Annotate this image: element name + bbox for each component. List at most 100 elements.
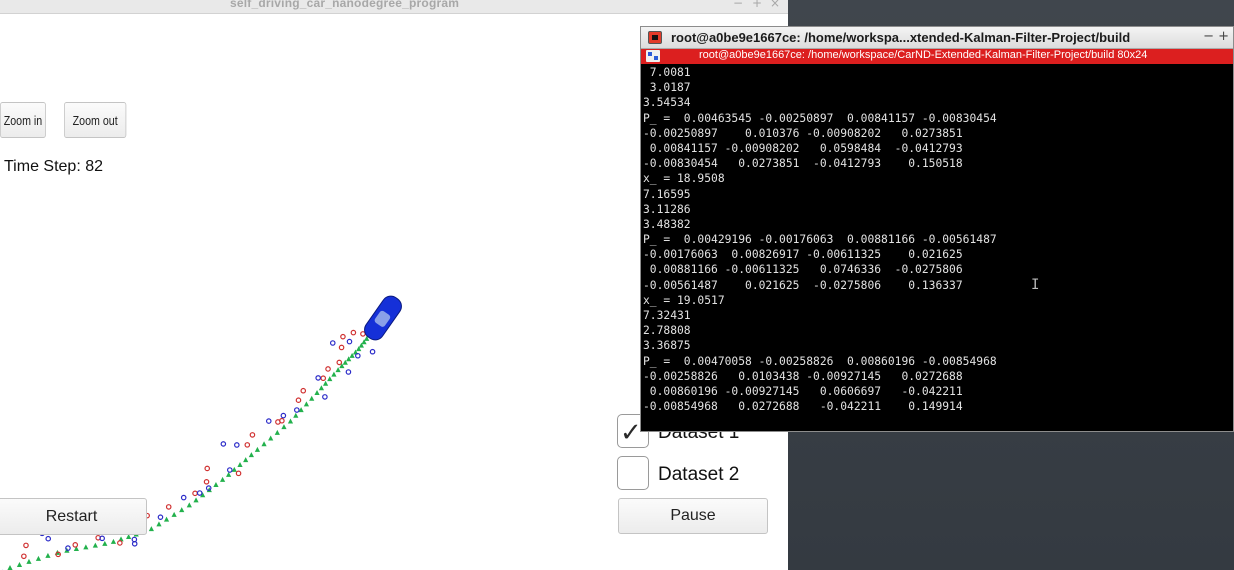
ground-truth-marker — [303, 401, 310, 407]
terminal-line: 3.54534 — [643, 96, 691, 110]
ground-truth-marker — [314, 390, 320, 396]
terminal-line: 2.78808 — [643, 324, 691, 338]
radar-measurement-marker — [320, 375, 327, 382]
checkmark-icon: ✓ — [620, 418, 642, 448]
zoom-in-button[interactable]: Zoom in — [0, 102, 46, 138]
ground-truth-marker — [327, 376, 333, 382]
terminal-line: -0.00258826 0.0103438 -0.00927145 0.0272… — [643, 369, 963, 383]
lidar-measurement-marker — [322, 394, 328, 400]
pause-label: Pause — [670, 507, 716, 524]
lidar-measurement-marker — [369, 348, 376, 355]
ground-truth-marker — [163, 516, 170, 522]
restart-button[interactable]: Restart — [0, 498, 147, 535]
terminal-line: x_ = 18.9508 — [643, 172, 725, 186]
ground-truth-marker — [254, 446, 261, 452]
ground-truth-marker — [248, 452, 254, 458]
lidar-measurement-marker — [180, 494, 187, 501]
terminal-window[interactable]: root@a0be9e1667ce: /home/workspa...xtend… — [640, 26, 1234, 432]
ground-truth-marker — [35, 555, 42, 561]
radar-measurement-marker — [235, 470, 242, 477]
terminal-line: -0.00250897 0.010376 -0.00908202 0.02738… — [643, 126, 963, 140]
terminal-titlebar[interactable]: root@a0be9e1667ce: /home/workspa...xtend… — [641, 27, 1233, 49]
terminal-tab-bar: root@a0be9e1667ce: /home/workspace/CarND… — [641, 49, 1233, 64]
radar-measurement-marker — [336, 359, 343, 366]
terminal-line: 3.0187 — [643, 81, 691, 95]
radar-measurement-marker — [300, 387, 307, 394]
ground-truth-marker — [268, 435, 274, 441]
ground-truth-marker — [287, 418, 294, 424]
zoom-out-label: Zoom out — [72, 112, 118, 128]
lidar-measurement-marker — [234, 442, 240, 448]
lidar-measurement-marker — [227, 467, 233, 473]
radar-measurement-marker — [340, 333, 346, 340]
text-cursor-icon: I — [1031, 277, 1040, 293]
radar-measurement-marker — [350, 329, 357, 336]
terminal-output[interactable]: 7.0081 3.0187 3.54534 P_ = 0.00463545 -0.0… — [643, 65, 1231, 430]
zoom-out-button[interactable]: Zoom out — [64, 102, 127, 138]
lidar-measurement-marker — [220, 441, 227, 447]
radar-measurement-marker — [192, 490, 198, 497]
lidar-measurement-marker — [315, 375, 321, 381]
lidar-measurement-marker — [293, 407, 300, 413]
ground-truth-marker — [331, 371, 337, 377]
dataset-2-checkbox[interactable] — [617, 456, 649, 490]
radar-measurement-marker — [21, 553, 27, 560]
radar-measurement-marker — [295, 397, 302, 403]
lidar-measurement-marker — [45, 535, 52, 542]
ground-truth-marker — [102, 540, 108, 546]
ground-truth-marker — [45, 552, 51, 558]
ground-truth-marker — [274, 429, 280, 435]
ground-truth-marker — [219, 476, 226, 482]
ground-truth-marker — [309, 395, 315, 401]
radar-measurement-marker — [325, 366, 331, 372]
terminal-line: 7.32431 — [643, 309, 691, 322]
terminal-line: P_ = 0.00429196 -0.00176063 0.00881166 -… — [643, 233, 997, 247]
terminal-line: P_ = 0.00463545 -0.00250897 0.00841157 -… — [643, 111, 997, 125]
ground-truth-marker — [179, 507, 185, 513]
terminal-line: 0.00881166 -0.00611325 0.0746336 -0.0275… — [643, 263, 963, 277]
terminal-line: -0.00830454 0.0273851 -0.0412793 0.15051… — [643, 157, 963, 171]
radar-measurement-marker — [244, 442, 251, 448]
ground-truth-marker — [83, 544, 89, 550]
ground-truth-marker — [322, 380, 329, 386]
terminal-line: 0.00860196 -0.00927145 0.0606697 -0.0422… — [643, 384, 963, 398]
ground-truth-marker — [293, 412, 299, 418]
terminal-line: -0.00854968 0.0272688 -0.042211 0.149914 — [643, 400, 963, 414]
radar-measurement-marker — [338, 344, 345, 351]
lidar-measurement-marker — [265, 418, 272, 424]
terminal-app-icon — [648, 31, 662, 44]
pause-button[interactable]: Pause — [618, 498, 768, 534]
terminal-tab-title: root@a0be9e1667ce: /home/workspace/CarND… — [699, 49, 1148, 61]
lidar-measurement-marker — [345, 369, 352, 375]
radar-measurement-marker — [249, 432, 256, 438]
split-view-icon[interactable] — [646, 50, 660, 62]
ground-truth-marker — [193, 497, 199, 503]
terminal-title: root@a0be9e1667ce: /home/workspa...xtend… — [671, 30, 1131, 45]
ground-truth-marker — [261, 441, 267, 447]
time-step-readout: Time Step: 82 — [4, 158, 104, 175]
terminal-line: 0.00841157 -0.00908202 0.0598484 -0.0412… — [643, 141, 963, 155]
radar-measurement-marker — [204, 465, 211, 472]
ground-truth-marker — [156, 521, 162, 527]
ground-truth-marker — [26, 558, 32, 564]
terminal-line: P_ = 0.00470058 -0.00258826 0.00860196 -… — [643, 354, 997, 368]
terminal-line: 3.48382 — [643, 217, 691, 231]
terminal-line: x_ = 19.0517 — [643, 293, 725, 307]
ground-truth-marker — [16, 561, 23, 567]
terminal-line: 7.0081 — [643, 66, 691, 79]
radar-measurement-marker — [23, 542, 29, 549]
ground-truth-marker — [281, 424, 287, 430]
terminal-window-controls[interactable]: − + — [1203, 29, 1229, 44]
terminal-line: 7.16595 — [643, 187, 691, 201]
terminal-line: 3.11286 — [643, 202, 691, 216]
ground-truth-marker — [92, 542, 98, 548]
terminal-line: -0.00561487 0.021625 -0.0275806 0.136337 — [643, 278, 963, 292]
ground-truth-marker — [148, 526, 154, 532]
lidar-measurement-marker — [329, 340, 336, 346]
terminal-line: -0.00176063 0.00826917 -0.00611325 0.021… — [643, 248, 963, 262]
radar-measurement-marker — [203, 478, 210, 485]
ground-truth-marker — [171, 511, 177, 517]
ground-truth-marker — [237, 462, 243, 467]
ground-truth-marker — [7, 565, 13, 570]
ground-truth-marker — [213, 481, 219, 487]
